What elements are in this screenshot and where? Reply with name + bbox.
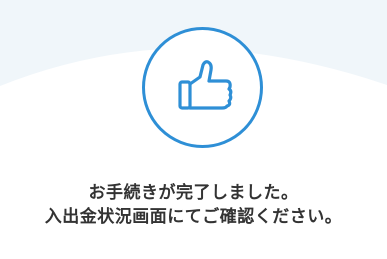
message-line-2: 入出金状況画面にてご確認ください。 (44, 207, 343, 227)
success-icon-circle (142, 27, 263, 148)
completion-message: お手続きが完了しました。 入出金状況画面にてご確認ください。 (0, 181, 387, 229)
thumbs-up-icon (178, 60, 233, 110)
message-line-1: お手続きが完了しました。 (88, 183, 299, 203)
completion-screen: お手続きが完了しました。 入出金状況画面にてご確認ください。 (0, 0, 387, 259)
